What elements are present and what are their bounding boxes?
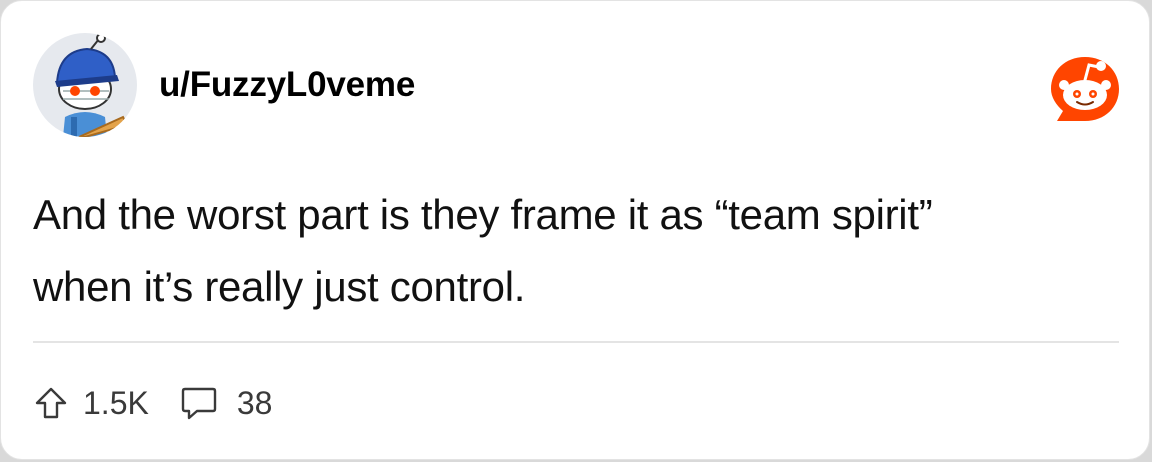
- post-text-line-1: And the worst part is they frame it as “…: [33, 191, 933, 238]
- comment-count: 38: [236, 384, 273, 421]
- avatar[interactable]: [33, 33, 137, 137]
- upvote-count: 1.5K: [83, 384, 149, 421]
- comment-bubble-icon: [181, 387, 217, 420]
- username[interactable]: u/FuzzyL0veme: [159, 65, 415, 105]
- divider: [33, 341, 1119, 343]
- post-stats: 1.5K 38: [33, 379, 272, 427]
- snoo-avatar-icon: [55, 33, 129, 137]
- upvote-arrow-icon: [35, 387, 67, 419]
- post-text-line-2: when it’s really just control.: [33, 263, 526, 310]
- comments-button[interactable]: 38: [179, 383, 273, 423]
- post-text: And the worst part is they frame it as “…: [33, 179, 1113, 323]
- reddit-logo-icon[interactable]: [1049, 53, 1121, 125]
- upvote-button[interactable]: 1.5K: [33, 385, 149, 422]
- reddit-post-card: u/FuzzyL0veme And the worst part is they…: [0, 0, 1150, 460]
